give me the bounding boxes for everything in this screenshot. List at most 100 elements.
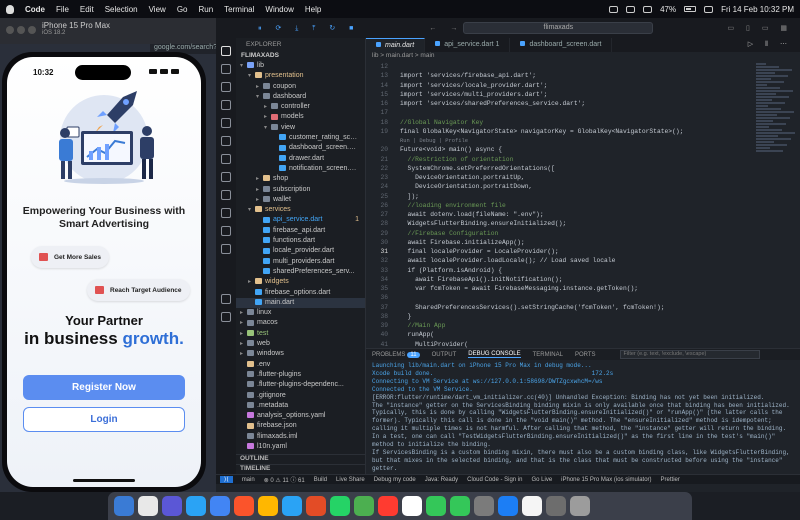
tab-terminal[interactable]: TERMINAL <box>533 352 563 358</box>
nav-arrows[interactable]: ← → <box>429 25 463 32</box>
code-line[interactable]: 28 WidgetsFlutterBinding.ensureInitializ… <box>366 219 756 228</box>
tree-item[interactable]: ▾ view <box>236 123 365 133</box>
minimap[interactable] <box>756 62 800 182</box>
menu-app-name[interactable]: Code <box>25 5 45 14</box>
live-share-icon[interactable] <box>221 190 231 200</box>
tree-item[interactable]: ▾ dashboard <box>236 92 365 102</box>
code-line[interactable]: 12 <box>366 62 756 71</box>
tab-problems[interactable]: PROBLEMS 11 <box>372 351 420 358</box>
extensions-icon[interactable] <box>221 118 231 128</box>
flutter-icon[interactable] <box>221 172 231 182</box>
code-line[interactable]: 13 import 'services/firebase_api.dart'; <box>366 71 756 80</box>
tree-item[interactable]: ▸ coupon <box>236 82 365 92</box>
tree-item[interactable]: analysis_options.yaml <box>236 411 365 421</box>
explorer-icon[interactable] <box>221 46 231 56</box>
tab-debug-console[interactable]: DEBUG CONSOLE <box>468 351 521 358</box>
search-icon[interactable] <box>221 64 231 74</box>
tree-item[interactable]: .flutter-plugins-dependenc... <box>236 380 365 390</box>
dock-app-icon[interactable] <box>186 496 206 516</box>
close-window-icon[interactable] <box>6 26 14 34</box>
code-line[interactable]: 31 final localeProvider = LocaleProvider… <box>366 247 756 256</box>
dock-app-icon[interactable] <box>522 496 542 516</box>
git-graph-icon[interactable] <box>221 244 231 254</box>
code-line[interactable]: 21 //Restriction of orientation <box>366 155 756 164</box>
tree-item[interactable]: ▸ wallet <box>236 195 365 205</box>
code-line[interactable]: 18 //Global Navigator Key <box>366 118 756 127</box>
tree-item[interactable]: api_service.dart 1 <box>236 215 365 225</box>
menu-run[interactable]: Run <box>198 5 213 14</box>
tree-item[interactable]: firebase_options.dart <box>236 288 365 298</box>
dock-app-icon[interactable] <box>306 496 326 516</box>
tree-item[interactable]: ▸ subscription <box>236 185 365 195</box>
menu-selection[interactable]: Selection <box>105 5 138 14</box>
debug-toolbar[interactable]: ⏸ ⟳ ⤓ ⤒ ↻ ■ <box>258 24 359 33</box>
menu-view[interactable]: View <box>149 5 166 14</box>
run-debug-icon[interactable] <box>221 100 231 110</box>
tab-ports[interactable]: PORTS <box>575 352 596 358</box>
tree-item[interactable]: .env <box>236 360 365 370</box>
dock-app-icon[interactable] <box>378 496 398 516</box>
console-filter-input[interactable]: Filter (e.g. text, !exclude, \escape) <box>619 350 760 359</box>
tree-item[interactable]: ▸ web <box>236 339 365 349</box>
tree-item[interactable]: locale_provider.dart <box>236 246 365 256</box>
tree-item[interactable]: multi_providers.dart <box>236 257 365 267</box>
tree-item[interactable]: ▸ models <box>236 112 365 122</box>
tree-item[interactable]: l10n.yaml <box>236 442 365 452</box>
status-item[interactable]: Cloud Code - Sign in <box>467 477 522 483</box>
code-editor[interactable]: 12 13 import 'services/firebase_api.dart';… <box>366 62 756 348</box>
code-line[interactable]: 17 <box>366 108 756 117</box>
dock-app-icon[interactable] <box>330 496 350 516</box>
tree-item[interactable]: dashboard_screen.dart <box>236 143 365 153</box>
tree-item[interactable]: ▸ linux <box>236 308 365 318</box>
tree-item[interactable]: ▸ test <box>236 329 365 339</box>
login-button[interactable]: Login <box>23 407 185 432</box>
menu-file[interactable]: File <box>56 5 69 14</box>
tree-item[interactable]: flimaxads.iml <box>236 432 365 442</box>
dock-app-icon[interactable] <box>354 496 374 516</box>
dock-app-icon[interactable] <box>114 496 134 516</box>
minimize-window-icon[interactable] <box>17 26 25 34</box>
status-item[interactable]: Build <box>314 477 327 483</box>
code-line[interactable]: Run | Debug | Profile <box>366 136 756 145</box>
tree-item[interactable]: main.dart <box>236 297 365 309</box>
breadcrumb[interactable]: lib > main.dart > main <box>366 52 800 62</box>
wifi-icon[interactable] <box>643 5 653 13</box>
code-line[interactable]: 15 import 'services/multi_providers.dart'… <box>366 90 756 99</box>
remote-explorer-icon[interactable] <box>221 154 231 164</box>
menu-clock[interactable]: Fri 14 Feb 10:32 PM <box>721 5 794 14</box>
menu-help[interactable]: Help <box>305 5 321 14</box>
dock-app-icon[interactable] <box>234 496 254 516</box>
code-line[interactable]: 29 //Firebase Configuration <box>366 229 756 238</box>
zoom-window-icon[interactable] <box>28 26 36 34</box>
code-line[interactable]: 32 await localeProvider.loadLocale(); //… <box>366 256 756 265</box>
dock-app-icon[interactable] <box>258 496 278 516</box>
tab-output[interactable]: OUTPUT <box>432 352 457 358</box>
code-line[interactable]: 41 MultiProvider( <box>366 340 756 349</box>
tree-item[interactable]: customer_rating_scre... <box>236 133 365 143</box>
tree-item[interactable]: functions.dart <box>236 236 365 246</box>
tree-item[interactable]: ▾ services <box>236 205 365 215</box>
dock-app-icon[interactable] <box>498 496 518 516</box>
menu-terminal[interactable]: Terminal <box>224 5 254 14</box>
status-item[interactable]: Go Live <box>531 477 552 483</box>
code-line[interactable]: 37 SharedPreferencesServices().setString… <box>366 303 756 312</box>
command-center-search[interactable]: flimaxads <box>463 22 654 34</box>
code-line[interactable]: 30 await Firebase.initializeApp(); <box>366 238 756 247</box>
register-now-button[interactable]: Register Now <box>23 375 185 400</box>
status-item[interactable]: Debug my code <box>374 477 416 483</box>
tab-main-dart[interactable]: main.dart <box>366 38 426 52</box>
menu-go[interactable]: Go <box>177 5 188 14</box>
code-line[interactable]: 27 await dotenv.load(fileName: ".env"); <box>366 210 756 219</box>
dock-app-icon[interactable] <box>570 496 590 516</box>
tree-item[interactable]: .metadata <box>236 401 365 411</box>
settings-gear-icon[interactable] <box>221 312 231 322</box>
source-control-icon[interactable] <box>221 82 231 92</box>
code-line[interactable]: 16 import 'services/sharedPreferences_ser… <box>366 99 756 108</box>
editor-actions[interactable]: ▷ ⫴ ⋯ <box>748 38 800 52</box>
dock-app-icon[interactable] <box>426 496 446 516</box>
code-line[interactable]: 14 import 'services/locale_provider.dart'… <box>366 81 756 90</box>
tree-item[interactable]: notification_screen.d... <box>236 164 365 174</box>
status-item[interactable]: ⊗ 0 ⚠ 11 ⓘ 61 <box>264 475 305 484</box>
apple-icon[interactable] <box>6 4 14 14</box>
code-line[interactable]: 23 DeviceOrientation.portraitUp, <box>366 173 756 182</box>
